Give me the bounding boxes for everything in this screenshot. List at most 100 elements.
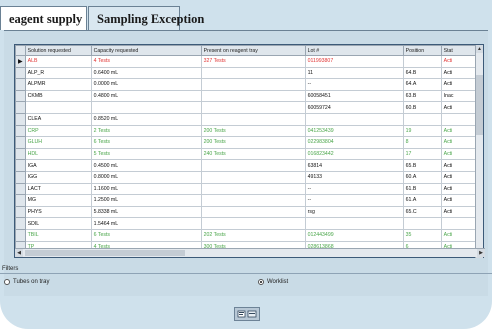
table-cell [200, 217, 306, 230]
print-button[interactable] [234, 307, 260, 321]
table-row[interactable]: CLEA 0.8520 mL [15, 112, 480, 126]
table-cell: 041253439 [304, 124, 404, 138]
table-row[interactable]: TBIL 6 Tests 202 Tests 012443499 35 Acti [15, 228, 480, 242]
table-cell: -- [304, 194, 404, 207]
table-cell: 61.A [402, 194, 442, 207]
table-cell: CLEA [24, 112, 92, 126]
row-indicator[interactable] [15, 78, 26, 91]
table-cell: 64.A [402, 78, 442, 91]
table-row[interactable]: CKMB 0.4800 mL 60058451 63.B Inac [15, 89, 480, 103]
table-cell [24, 101, 92, 114]
radio-selected-icon[interactable] [258, 279, 264, 285]
table-row[interactable]: 60059724 60.B Acti [15, 101, 480, 114]
table-cell: SDIL [24, 217, 92, 230]
table-cell [200, 89, 306, 103]
table-cell [402, 217, 442, 230]
table-cell: 6 Tests [90, 228, 202, 242]
table-cell: 60058451 [304, 89, 404, 103]
radio-icon[interactable] [4, 279, 10, 285]
row-indicator[interactable] [15, 170, 26, 184]
column-header[interactable]: Solution requested [24, 45, 92, 56]
table-cell: Inac [440, 89, 480, 103]
table-row[interactable]: CRP 2 Tests 200 Tests 041253439 19 Acti [15, 124, 480, 138]
table-cell [402, 112, 442, 126]
table-cell: 11 [304, 66, 404, 80]
table-cell: Acti [440, 55, 480, 68]
table-row[interactable]: HDL 5 Tests 240 Tests 016823442 17 Acti [15, 147, 480, 161]
radio-label: Worklist [267, 279, 289, 285]
table-cell: CKMB [24, 89, 92, 103]
table-cell: ALPMR [24, 78, 92, 91]
table-cell: CRP [24, 124, 92, 138]
row-indicator[interactable] [15, 205, 26, 219]
table-cell [200, 194, 306, 207]
scroll-up-icon[interactable]: ▲ [476, 45, 483, 53]
tab-bar: eagent supply Sampling Exception [0, 0, 492, 30]
table-row[interactable]: LACT 1.1600 mL -- 61.B Acti [15, 182, 480, 196]
table-cell [402, 55, 442, 68]
table-row[interactable]: IGG 0.8000 mL 49133 60.A Acti [15, 170, 480, 184]
table-row[interactable]: GLUH 6 Tests 200 Tests 022983804 8 Acti [15, 136, 480, 149]
table-cell: 65.C [402, 205, 442, 219]
table-cell: 012443499 [304, 228, 404, 242]
table-cell: 0.6400 mL [90, 66, 202, 80]
row-indicator[interactable] [15, 147, 26, 161]
row-indicator[interactable] [15, 217, 26, 230]
row-indicator[interactable] [15, 228, 26, 242]
table-cell: 60.A [402, 170, 442, 184]
column-header[interactable]: Capacity requested [90, 45, 202, 56]
tab-reagent-supply[interactable]: eagent supply [0, 6, 87, 30]
column-header[interactable]: Stat [440, 45, 480, 56]
table-cell: 64.B [402, 66, 442, 80]
row-indicator[interactable] [15, 101, 26, 114]
row-indicator[interactable] [15, 159, 26, 172]
row-indicator[interactable] [15, 112, 26, 126]
table-row[interactable]: ALPMR 0.0000 mL -- 64.A Acti [15, 78, 480, 91]
tab-sampling-exception[interactable]: Sampling Exception [88, 6, 204, 30]
table-cell: 1.2500 mL [90, 194, 202, 207]
table-cell: Acti [440, 101, 480, 114]
radio-tubes-on-tray[interactable]: Tubes on tray [4, 279, 49, 285]
scroll-left-icon[interactable]: ◀ [15, 249, 23, 257]
table-row[interactable]: SDIL 1.5464 mL [15, 217, 480, 230]
table-row[interactable]: IGA 0.4500 mL 63814 65.B Acti [15, 159, 480, 172]
table-cell: 6 Tests [90, 136, 202, 149]
table-cell [304, 112, 404, 126]
row-indicator[interactable] [15, 89, 26, 103]
table-cell: Acti [440, 159, 480, 172]
table-cell: 8 [402, 136, 442, 149]
row-indicator[interactable] [15, 194, 26, 207]
scroll-thumb[interactable] [25, 250, 185, 256]
row-indicator[interactable] [15, 182, 26, 196]
table-cell: 17 [402, 147, 442, 161]
table-row[interactable]: ALP_R 0.6400 mL 11 64.B Acti [15, 66, 480, 80]
row-indicator[interactable] [15, 136, 26, 149]
table-cell: 200 Tests [200, 136, 306, 149]
row-indicator[interactable] [15, 66, 26, 80]
table-cell: 61.B [402, 182, 442, 196]
table-cell [440, 112, 480, 126]
horizontal-scrollbar[interactable]: ◀ ▶ [15, 248, 485, 257]
table-row[interactable]: PHYS 5.8338 mL rsg 65.C Acti [15, 205, 480, 219]
table-row[interactable]: ▶ ALB 4 Tests 327 Tests 011993807 Acti [15, 55, 480, 68]
scroll-right-icon[interactable]: ▶ [477, 249, 485, 257]
row-indicator[interactable]: ▶ [15, 55, 26, 68]
table-cell: 200 Tests [200, 124, 306, 138]
table-cell: Acti [440, 205, 480, 219]
window: eagent supply Sampling Exception Solutio… [0, 0, 492, 329]
column-header[interactable]: Present on reagent tray [200, 45, 306, 56]
row-indicator-header [15, 45, 26, 56]
table-cell [200, 205, 306, 219]
table-cell: 0.4800 mL [90, 89, 202, 103]
radio-worklist[interactable]: Worklist [258, 279, 288, 285]
table-row[interactable]: MG 1.2500 mL -- 61.A Acti [15, 194, 480, 207]
table-cell: 60059724 [304, 101, 404, 114]
column-header[interactable]: Lot # [304, 45, 404, 56]
vertical-scrollbar[interactable]: ▲ ▼ [475, 45, 483, 258]
table-cell: HDL [24, 147, 92, 161]
reagent-table: Solution requested Capacity requested Pr… [15, 45, 480, 254]
table-cell [200, 170, 306, 184]
row-indicator[interactable] [15, 124, 26, 138]
scroll-thumb[interactable] [476, 75, 483, 135]
column-header[interactable]: Position [402, 45, 442, 56]
